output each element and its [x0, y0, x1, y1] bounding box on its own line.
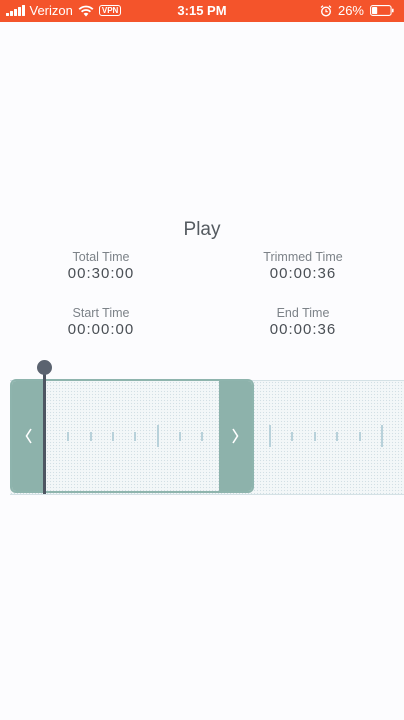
trimmed-time-block: Trimmed Time 00:00:36 — [223, 250, 383, 282]
end-time-label: End Time — [276, 306, 330, 320]
start-time-label: Start Time — [72, 306, 130, 320]
timeline-tick — [291, 432, 293, 441]
timeline-tick — [269, 425, 271, 447]
battery-percent: 26% — [337, 3, 364, 18]
start-time-value: 00:00:00 — [67, 321, 135, 338]
end-time-block: End Time 00:00:36 — [223, 306, 383, 338]
playhead-line[interactable] — [43, 373, 46, 494]
trimmed-time-value: 00:00:36 — [269, 265, 337, 282]
screen: Verizon VPN 3:15 PM 26% Play Total Time … — [0, 0, 404, 720]
playhead-knob[interactable] — [37, 360, 52, 375]
timeline-tick — [381, 425, 383, 447]
total-time-label: Total Time — [72, 250, 130, 264]
status-right: 26% — [320, 3, 394, 18]
chevron-right-icon — [232, 428, 239, 444]
timeline-tick — [314, 432, 316, 441]
start-time-block: Start Time 00:00:00 — [21, 306, 181, 338]
battery-icon — [370, 5, 394, 16]
status-bar: Verizon VPN 3:15 PM 26% — [0, 0, 404, 22]
total-time-block: Total Time 00:30:00 — [21, 250, 181, 282]
trim-selection[interactable] — [10, 379, 254, 493]
timeline-tick — [359, 432, 361, 441]
total-time-value: 00:30:00 — [67, 265, 135, 282]
trim-start-handle[interactable] — [12, 381, 45, 491]
trim-end-handle[interactable] — [219, 381, 252, 491]
alarm-icon — [320, 4, 332, 17]
trimmed-time-label: Trimmed Time — [263, 250, 343, 264]
timeline-tick — [336, 432, 338, 441]
chevron-left-icon — [25, 428, 32, 444]
end-time-value: 00:00:36 — [269, 321, 337, 338]
play-button[interactable]: Play — [0, 219, 404, 241]
